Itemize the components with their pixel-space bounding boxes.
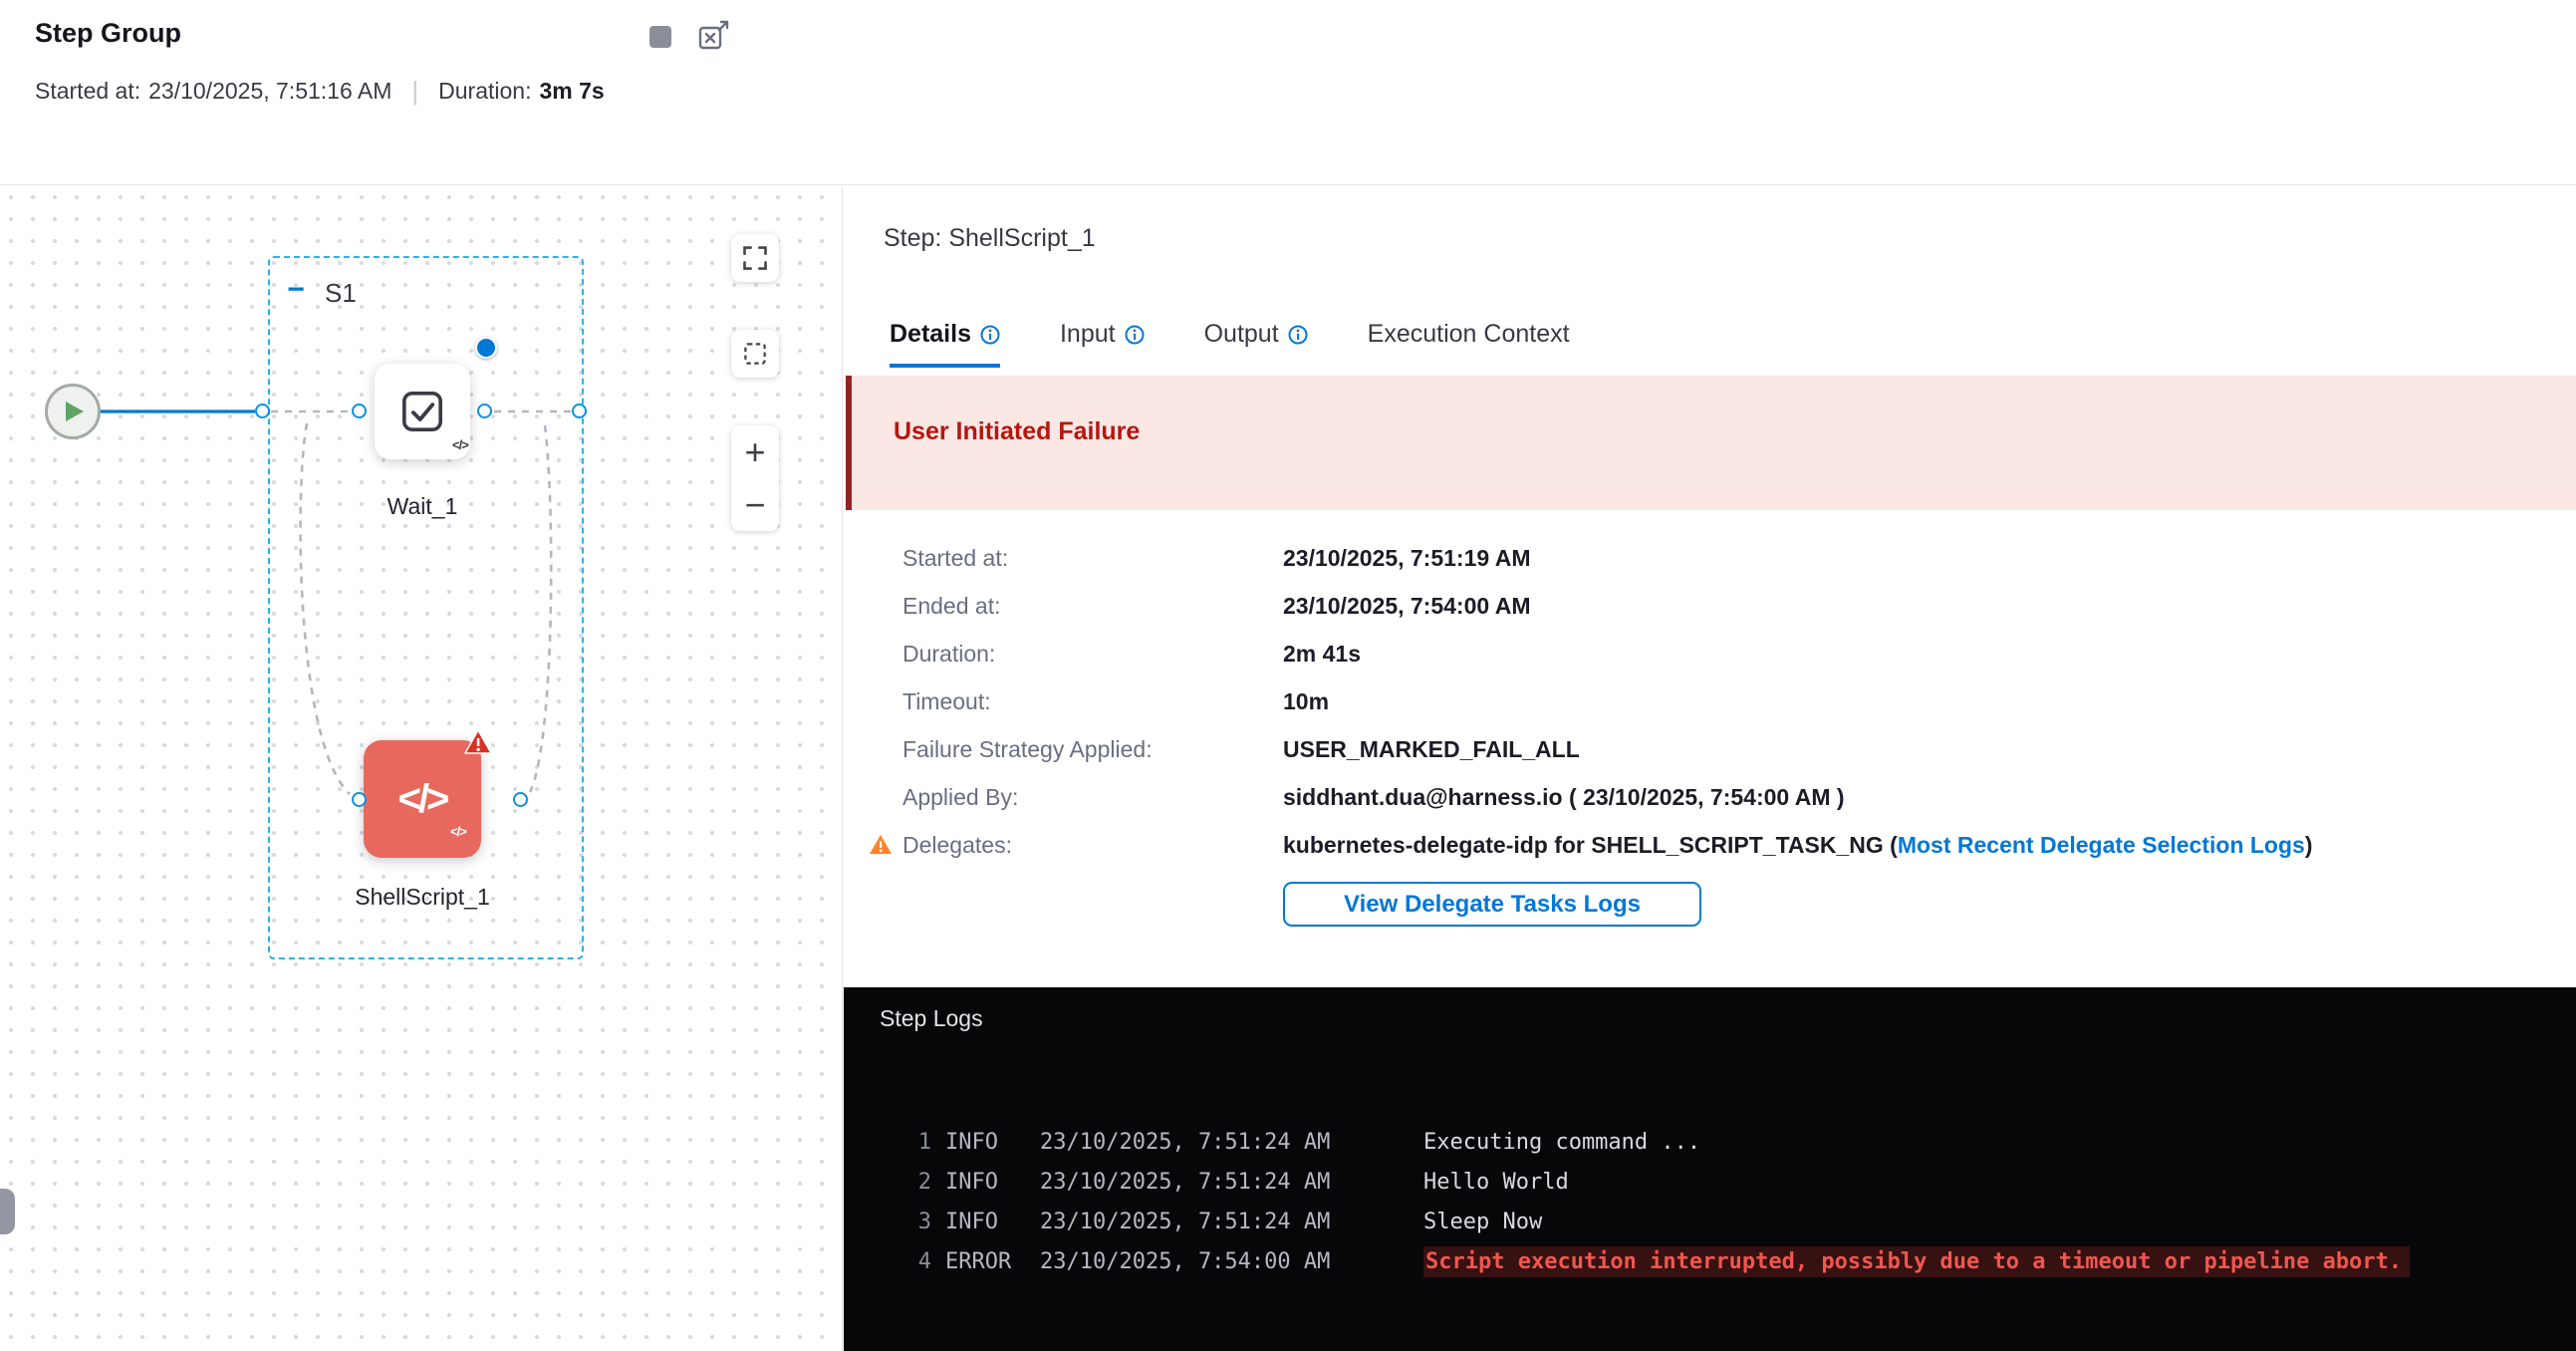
port[interactable] [572, 404, 587, 418]
tab-output[interactable]: Output [1204, 320, 1308, 368]
delegate-selection-logs-link[interactable]: Most Recent Delegate Selection Logs [1898, 832, 2305, 858]
step-logs-title: Step Logs [880, 1005, 983, 1032]
detail-label: Applied By: [902, 784, 1283, 811]
view-delegate-tasks-logs-button[interactable]: View Delegate Tasks Logs [1283, 882, 1701, 927]
detail-label: Failure Strategy Applied: [902, 736, 1283, 763]
detail-label-delegates: Delegates: [902, 832, 1283, 859]
log-line: 1 INFO 23/10/2025, 7:51:24 AM Executing … [909, 1122, 2556, 1162]
log-line: 2 INFO 23/10/2025, 7:51:24 AM Hello Worl… [909, 1162, 2556, 1202]
step-logs-console[interactable]: Step Logs 1 INFO 23/10/2025, 7:51:24 AM … [844, 987, 2576, 1351]
log-message: Hello World [1423, 1170, 1569, 1195]
collapse-group-icon[interactable]: − [283, 278, 309, 304]
page-title: Step Group [35, 18, 181, 49]
detail-value: USER_MARKED_FAIL_ALL [1283, 736, 2313, 763]
log-line-number: 2 [909, 1170, 931, 1195]
node-label-shellscript[interactable]: ShellScript_1 [303, 884, 542, 911]
execution-meta: Started at: 23/10/2025, 7:51:16 AM | Dur… [35, 76, 605, 107]
port[interactable] [477, 404, 492, 418]
detail-label: Duration: [902, 641, 1283, 668]
left-drawer-handle[interactable] [0, 1189, 15, 1234]
started-at-value: 23/10/2025, 7:51:16 AM [148, 78, 391, 105]
log-message: Sleep Now [1423, 1210, 1542, 1234]
marquee-select-button[interactable] [731, 330, 779, 378]
failure-message: User Initiated Failure [894, 417, 1140, 446]
log-line-number: 4 [909, 1249, 931, 1274]
log-timestamp: 23/10/2025, 7:51:24 AM [1040, 1130, 1423, 1155]
log-level: INFO [945, 1170, 1040, 1195]
execution-view: Step Group Started at: 23/10/2025, 7:51:… [0, 0, 2576, 1351]
log-line-number: 3 [909, 1210, 931, 1234]
info-icon [980, 325, 1000, 345]
log-line: 3 INFO 23/10/2025, 7:51:24 AM Sleep Now [909, 1202, 2556, 1241]
tab-label: Input [1060, 320, 1116, 349]
log-timestamp: 23/10/2025, 7:51:24 AM [1040, 1210, 1423, 1234]
log-level: INFO [945, 1130, 1040, 1155]
failure-warning-icon [464, 729, 492, 755]
port[interactable] [513, 792, 528, 807]
code-badge-icon: </> [450, 824, 466, 839]
log-timestamp: 23/10/2025, 7:54:00 AM [1040, 1249, 1423, 1274]
pipeline-start-node[interactable] [45, 384, 101, 439]
failure-banner: User Initiated Failure [846, 376, 2576, 510]
meta-divider: | [411, 76, 418, 107]
log-level: INFO [945, 1210, 1040, 1234]
node-label-wait[interactable]: Wait_1 [303, 493, 542, 520]
log-lines: 1 INFO 23/10/2025, 7:51:24 AM Executing … [909, 1122, 2556, 1281]
log-line-error: 4 ERROR 23/10/2025, 7:54:00 AM Script ex… [909, 1241, 2556, 1281]
log-message: Script execution interrupted, possibly d… [1423, 1246, 2410, 1277]
step-details-panel: Step: ShellScript_1 Details Input Output [844, 186, 2576, 1351]
wait-step-icon [397, 387, 447, 436]
stop-square-icon[interactable] [649, 26, 671, 48]
pipeline-canvas[interactable]: − S1 </> Wait_1 </> [0, 186, 843, 1351]
detail-value-delegates: kubernetes-delegate-idp for SHELL_SCRIPT… [1283, 832, 2313, 859]
marquee-icon [741, 340, 769, 368]
expand-icon [741, 244, 769, 272]
fit-to-screen-button[interactable] [731, 234, 779, 282]
port[interactable] [352, 404, 367, 418]
code-badge-icon: </> [452, 437, 468, 452]
started-at-label: Started at: [35, 78, 140, 105]
zoom-in-button[interactable]: + [731, 425, 779, 478]
log-timestamp: 23/10/2025, 7:51:24 AM [1040, 1170, 1423, 1195]
tab-execution-context[interactable]: Execution Context [1368, 320, 1570, 368]
tab-label: Execution Context [1368, 320, 1570, 349]
delegate-value-text: kubernetes-delegate-idp for SHELL_SCRIPT… [1283, 832, 1898, 858]
zoom-controls: + − [731, 425, 779, 531]
duration-label: Duration: [438, 78, 531, 105]
detail-value: 23/10/2025, 7:54:00 AM [1283, 593, 2313, 620]
duration-value: 3m 7s [539, 78, 604, 105]
tab-label: Output [1204, 320, 1279, 349]
stage-group-label: S1 [325, 278, 357, 309]
delegate-value-suffix: ) [2305, 832, 2313, 858]
detail-label: Ended at: [902, 593, 1283, 620]
delegate-warning-icon [869, 834, 893, 856]
shellscript-step-icon: </> [398, 777, 447, 822]
details-tabs: Details Input Output [890, 320, 1570, 368]
step-status-dot [475, 337, 497, 359]
detail-label: Timeout: [902, 688, 1283, 715]
info-icon [1288, 325, 1308, 345]
log-message: Executing command ... [1423, 1130, 1700, 1155]
execution-header: Step Group Started at: 23/10/2025, 7:51:… [0, 0, 2576, 185]
detail-value: 10m [1283, 688, 2313, 715]
play-icon [64, 400, 86, 423]
info-icon [1125, 325, 1145, 345]
dismiss-icon[interactable] [697, 20, 729, 52]
port[interactable] [255, 404, 270, 418]
node-shellscript-1[interactable]: </> [364, 740, 481, 858]
port[interactable] [352, 792, 367, 807]
log-level: ERROR [945, 1249, 1040, 1274]
step-panel-title: Step: ShellScript_1 [884, 224, 1096, 253]
tab-details[interactable]: Details [890, 320, 1000, 368]
detail-value: siddhant.dua@harness.io ( 23/10/2025, 7:… [1283, 784, 2313, 811]
detail-value: 2m 41s [1283, 641, 2313, 668]
detail-label: Started at: [902, 545, 1283, 572]
tab-input[interactable]: Input [1060, 320, 1145, 368]
detail-value: 23/10/2025, 7:51:19 AM [1283, 545, 2313, 572]
zoom-out-button[interactable]: − [731, 478, 779, 531]
step-details-list: Started at: 23/10/2025, 7:51:19 AM Ended… [902, 545, 2313, 859]
delegates-label-text: Delegates: [902, 832, 1012, 858]
log-line-number: 1 [909, 1130, 931, 1155]
tab-label: Details [890, 320, 971, 349]
